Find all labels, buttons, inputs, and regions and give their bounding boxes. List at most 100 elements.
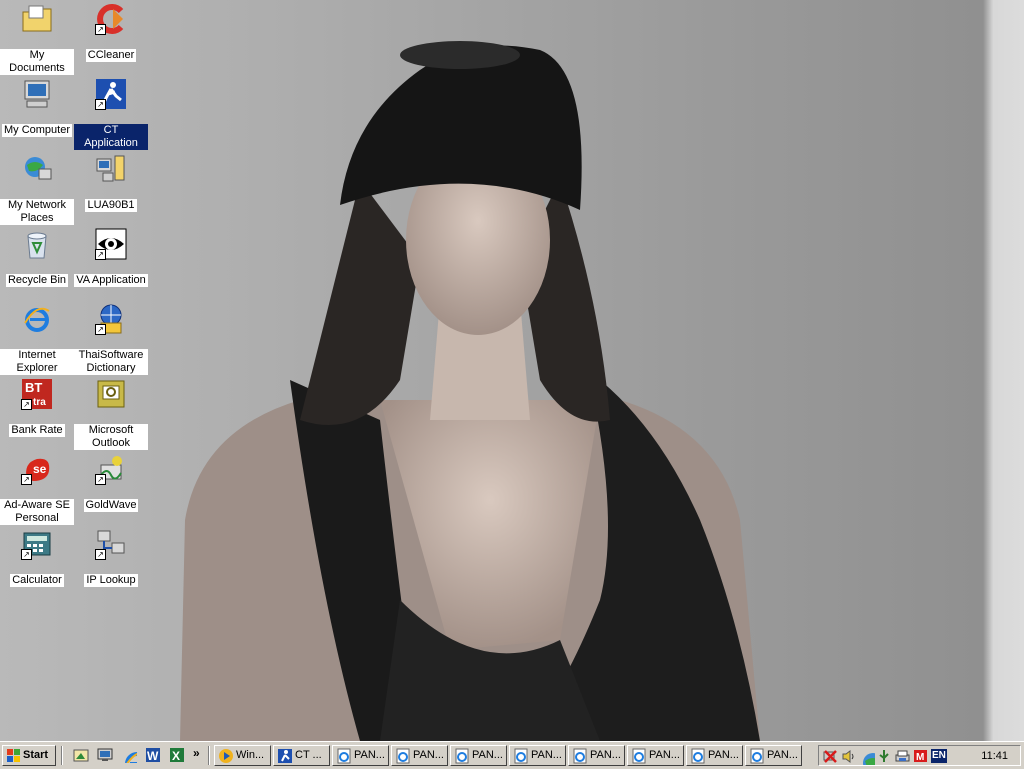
internet-explorer-icon (21, 303, 53, 335)
task-button-label: PAN... (649, 749, 680, 761)
desktop-icon-label: My Network Places (0, 199, 74, 225)
desktop-icon-label: Recycle Bin (5, 274, 69, 287)
desktop-icon-goldwave[interactable]: ↗ GoldWave (74, 450, 148, 512)
taskbar: Start WX » Win... CT ... PAN... PAN... PAN..… (0, 741, 1024, 769)
clock[interactable]: 11:41 (981, 749, 1008, 763)
ie-page-icon (454, 748, 469, 764)
desktop-icon-lua90b1[interactable]: LUA90B1 (74, 150, 148, 212)
desktop-icon-thaisoftware-dictionary[interactable]: ↗ ThaiSoftware Dictionary (74, 300, 148, 375)
desktop-icon-label: IP Lookup (84, 574, 138, 587)
ie-page-icon (631, 748, 646, 764)
desktop-icon-label: CCleaner (85, 49, 137, 62)
folder-documents-icon (21, 3, 53, 35)
task-button-label: PAN... (472, 749, 503, 761)
ccleaner-icon: ↗ (95, 3, 127, 35)
quick-launch-overflow[interactable]: » (193, 746, 200, 760)
internet-explorer-icon[interactable] (121, 747, 150, 769)
shortcut-arrow-icon: ↗ (95, 474, 106, 485)
desktop-icon-label: Bank Rate (9, 424, 65, 437)
desktop-icon-va-application[interactable]: ↗ VA Application (74, 225, 148, 287)
task-button-label: CT ... (295, 749, 322, 761)
word-icon[interactable]: W (145, 747, 161, 763)
desktop-icon-my-computer[interactable]: My Computer (0, 75, 74, 137)
desktop-icon-label: CT Application (74, 124, 148, 150)
task-button[interactable]: PAN... (450, 745, 507, 766)
network-icon[interactable] (859, 749, 890, 769)
task-button-label: PAN... (590, 749, 621, 761)
desktop-icon-recycle-bin[interactable]: Recycle Bin (0, 225, 74, 287)
shortcut-arrow-icon: ↗ (95, 24, 106, 35)
svg-text:M: M (916, 752, 924, 763)
show-desktop-icon[interactable] (73, 747, 89, 763)
desktop-icon-internet-explorer[interactable]: Internet Explorer (0, 300, 74, 375)
globe-book-icon: ↗ (95, 303, 127, 335)
desktop-icon-label: VA Application (74, 274, 148, 287)
task-button-label: PAN... (354, 749, 385, 761)
desktop-icon-my-documents[interactable]: My Documents (0, 0, 74, 75)
windows-logo-icon (7, 749, 20, 762)
calculator-icon: ↗ (21, 528, 53, 560)
ie-page-icon (513, 748, 528, 764)
desktop-icon-ip-lookup[interactable]: ↗ IP Lookup (74, 525, 148, 587)
shortcut-arrow-icon: ↗ (21, 474, 32, 485)
task-button[interactable]: PAN... (627, 745, 684, 766)
desktop-icon-ct-application[interactable]: ↗ CT Application (74, 75, 148, 150)
wallpaper-portrait (180, 41, 760, 741)
desktop-icon-label: Microsoft Outlook (74, 424, 148, 450)
antivirus-icon[interactable]: M (913, 749, 928, 763)
recycle-bin-icon (21, 228, 53, 260)
lua-icon (95, 153, 127, 185)
printer-icon[interactable] (895, 749, 910, 763)
svg-text:tra: tra (33, 397, 46, 408)
task-button[interactable]: PAN... (332, 745, 389, 766)
desktop-icon-ad-aware-se-personal[interactable]: se ↗ Ad-Aware SE Personal (0, 450, 74, 525)
language-indicator[interactable]: EN (931, 749, 947, 763)
svg-text:W: W (147, 749, 159, 763)
desktop-icon-label: ThaiSoftware Dictionary (74, 349, 148, 375)
desktop-icon-bank-rate[interactable]: BT tra ↗ Bank Rate (0, 375, 74, 437)
desktop-icon-microsoft-outlook[interactable]: Microsoft Outlook (74, 375, 148, 450)
task-button[interactable]: PAN... (745, 745, 802, 766)
task-button[interactable]: PAN... (568, 745, 625, 766)
svg-text:BT: BT (25, 380, 42, 395)
desktop-icon-label: My Documents (0, 49, 74, 75)
desktop-icon-calculator[interactable]: ↗ Calculator (0, 525, 74, 587)
outlook-icon (95, 378, 127, 410)
task-button-label: PAN... (708, 749, 739, 761)
task-button-label: PAN... (531, 749, 562, 761)
monitor-icon[interactable] (97, 747, 113, 763)
running-man-icon: ↗ (95, 78, 127, 110)
desktop-icon-my-network-places[interactable]: My Network Places (0, 150, 74, 225)
network-computers-icon: ↗ (95, 528, 127, 560)
task-button-label: PAN... (767, 749, 798, 761)
shortcut-arrow-icon: ↗ (21, 549, 32, 560)
task-button[interactable]: PAN... (686, 745, 743, 766)
ie-page-icon (395, 748, 410, 764)
task-button[interactable]: PAN... (509, 745, 566, 766)
ie-page-icon (336, 748, 351, 764)
network-disconnected-icon[interactable] (823, 749, 838, 763)
task-button[interactable]: CT ... (273, 745, 330, 766)
task-button[interactable]: PAN... (391, 745, 448, 766)
task-button[interactable]: Win... (214, 745, 271, 766)
ie-page-icon (690, 748, 705, 764)
svg-text:se: se (33, 462, 47, 476)
task-button-label: PAN... (413, 749, 444, 761)
shortcut-arrow-icon: ↗ (95, 324, 106, 335)
goldwave-icon: ↗ (95, 453, 127, 485)
taskbar-separator (61, 746, 63, 765)
ie-page-icon (572, 748, 587, 764)
shortcut-arrow-icon: ↗ (95, 99, 106, 110)
desktop-icon-label: GoldWave (83, 499, 139, 512)
desktop-icon-label: My Computer (1, 124, 73, 137)
volume-icon[interactable] (841, 749, 856, 763)
start-label: Start (23, 749, 49, 761)
excel-icon[interactable]: X (169, 747, 185, 763)
svg-text:X: X (172, 749, 180, 763)
desktop-icon-ccleaner[interactable]: ↗ CCleaner (74, 0, 148, 62)
desktop-icon-label: Internet Explorer (0, 349, 74, 375)
usb-icon[interactable] (877, 749, 892, 763)
start-button[interactable]: Start (2, 745, 56, 766)
ct-app-icon (277, 748, 292, 763)
desktop[interactable] (0, 0, 1024, 741)
